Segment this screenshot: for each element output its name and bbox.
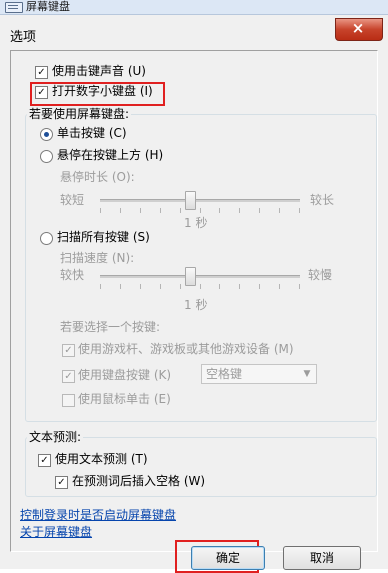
slider-tick [120, 284, 121, 289]
slider-tick [239, 284, 240, 289]
hover-duration-label: 悬停时长 (O): [60, 170, 135, 184]
use-text-prediction-label[interactable]: 使用文本预测 (T) [55, 452, 148, 466]
slider-tick [239, 208, 240, 213]
insert-space-label[interactable]: 在预测词后插入空格 (W) [72, 474, 205, 488]
slider-tick [259, 208, 260, 213]
use-keyboard-key-label[interactable]: 使用键盘按键 (K) [78, 368, 171, 382]
slider-tick [299, 284, 300, 289]
slider-tick [180, 284, 181, 289]
dialog-title: 选项 [10, 30, 37, 45]
logon-control-link[interactable]: 控制登录时是否启动屏幕键盘 [20, 508, 176, 522]
hover-duration-slider[interactable] [100, 199, 300, 202]
slider-tick [200, 284, 201, 289]
slider-tick [160, 284, 161, 289]
key-select-combobox[interactable]: 空格键 ▼ [201, 364, 317, 384]
keyboard-icon [5, 2, 23, 13]
key-sound-label[interactable]: 使用击键声音 (U) [52, 64, 146, 78]
slider-tick [100, 208, 101, 213]
screen-keyboard-group-caption: 若要使用屏幕键盘: [27, 107, 132, 121]
parent-window-title: 屏幕键盘 [26, 0, 70, 13]
use-mouse-click-label[interactable]: 使用鼠标单击 (E) [78, 392, 171, 406]
scan-speed-slider[interactable] [100, 275, 300, 278]
use-keyboard-key-checkbox[interactable] [62, 370, 75, 383]
slider-tick [259, 284, 260, 289]
scan-speed-value: 1 秒 [184, 298, 208, 312]
chevron-down-icon[interactable]: ▼ [300, 366, 314, 382]
slider-tick [120, 208, 121, 213]
close-icon[interactable]: × [350, 19, 366, 37]
scan-speed-label: 扫描速度 (N): [60, 251, 135, 265]
slider-tick [100, 284, 101, 289]
slider-tick [219, 284, 220, 289]
about-link[interactable]: 关于屏幕键盘 [20, 525, 92, 539]
hover-keys-radio[interactable] [40, 150, 53, 163]
scan-min-label: 较快 [60, 268, 85, 282]
use-gamepad-label[interactable]: 使用游戏杆、游戏板或其他游戏设备 (M) [78, 342, 294, 356]
use-mouse-click-checkbox[interactable] [62, 394, 75, 407]
slider-tick [279, 208, 280, 213]
text-prediction-group-caption: 文本预测: [27, 430, 84, 444]
click-keys-radio[interactable] [40, 128, 53, 141]
hover-duration-ticks [100, 208, 300, 214]
scan-max-label: 较慢 [308, 268, 333, 282]
scan-keys-label[interactable]: 扫描所有按键 (S) [57, 230, 150, 244]
select-key-caption: 若要选择一个按键: [60, 320, 161, 334]
key-select-value: 空格键 [206, 367, 243, 381]
cancel-button[interactable]: 取消 [283, 546, 361, 570]
slider-tick [219, 208, 220, 213]
slider-tick [299, 208, 300, 213]
numeric-keypad-checkbox[interactable] [35, 86, 48, 99]
slider-tick [279, 284, 280, 289]
hover-duration-value: 1 秒 [184, 216, 208, 230]
slider-tick [160, 208, 161, 213]
numeric-keypad-label[interactable]: 打开数字小键盘 (I) [52, 84, 153, 98]
slider-tick [140, 284, 141, 289]
ok-button[interactable]: 确定 [191, 546, 265, 570]
use-gamepad-checkbox[interactable] [62, 344, 75, 357]
scan-keys-radio[interactable] [40, 232, 53, 245]
scan-speed-ticks [100, 284, 300, 290]
text-prediction-groupbox [25, 437, 377, 497]
insert-space-checkbox[interactable] [55, 476, 68, 489]
hover-keys-label[interactable]: 悬停在按键上方 (H) [57, 148, 163, 162]
key-sound-checkbox[interactable] [35, 66, 48, 79]
click-keys-label[interactable]: 单击按键 (C) [57, 126, 127, 140]
hover-min-label: 较短 [60, 193, 85, 207]
hover-max-label: 较长 [310, 193, 335, 207]
slider-tick [180, 208, 181, 213]
slider-tick [140, 208, 141, 213]
use-text-prediction-checkbox[interactable] [38, 454, 51, 467]
slider-tick [200, 208, 201, 213]
